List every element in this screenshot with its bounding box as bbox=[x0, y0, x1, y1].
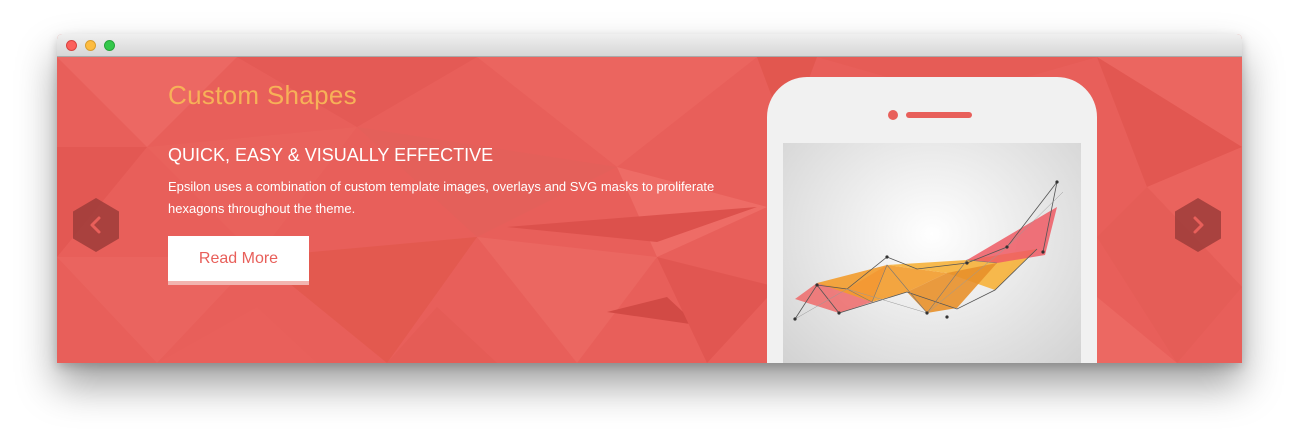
phone-illustration bbox=[762, 73, 1097, 363]
slide-subtitle: QUICK, EASY & VISUALLY EFFECTIVE bbox=[168, 145, 494, 165]
phone-mockup bbox=[762, 73, 1097, 363]
maximize-window-button[interactable] bbox=[104, 40, 115, 51]
hero-slider: Custom Shapes QUICK, EASY & VISUALLY EFF… bbox=[57, 57, 1242, 363]
slide-description: Epsilon uses a combination of custom tem… bbox=[168, 179, 715, 216]
window-titlebar bbox=[57, 34, 1242, 57]
chevron-right-icon bbox=[1175, 198, 1221, 252]
close-window-button[interactable] bbox=[66, 40, 77, 51]
slider-next-button[interactable] bbox=[1173, 197, 1223, 253]
read-more-button[interactable]: Read More bbox=[168, 236, 309, 285]
browser-window: Custom Shapes QUICK, EASY & VISUALLY EFF… bbox=[57, 34, 1242, 363]
slider-prev-button[interactable] bbox=[71, 197, 121, 253]
chevron-left-icon bbox=[73, 198, 119, 252]
slide-title: Custom Shapes bbox=[168, 80, 357, 110]
minimize-window-button[interactable] bbox=[85, 40, 96, 51]
